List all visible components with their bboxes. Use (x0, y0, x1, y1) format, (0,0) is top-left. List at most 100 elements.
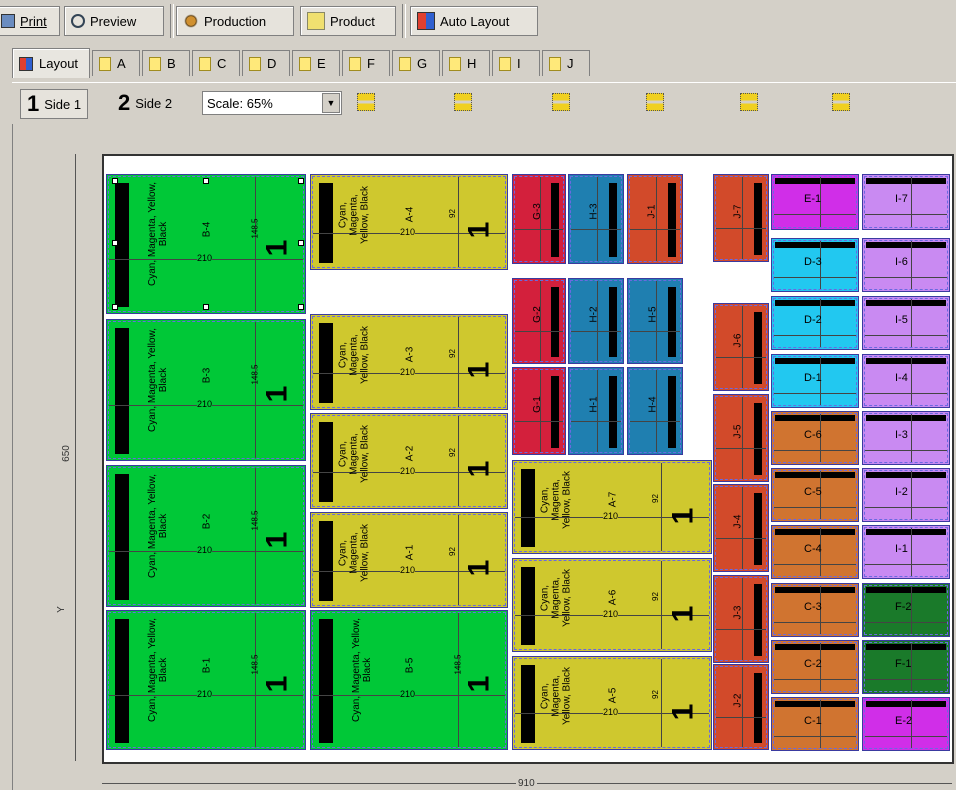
layout-piece-c3[interactable]: C-3 (771, 583, 859, 637)
layout-piece-g3[interactable]: G-3 (512, 174, 566, 264)
tab-a[interactable]: A (92, 50, 140, 76)
height-dimension-line (661, 463, 662, 551)
width-dimension-line (515, 421, 563, 422)
width-label: 210 (197, 253, 213, 263)
layout-piece-f1[interactable]: F-1 (862, 640, 950, 694)
scale-select[interactable]: Scale: 65% ▼ (202, 91, 342, 115)
layout-piece-c2[interactable]: C-2 (771, 640, 859, 694)
tab-d[interactable]: D (242, 50, 290, 76)
layout-piece-f2[interactable]: F-2 (862, 583, 950, 637)
selection-handle[interactable] (203, 178, 209, 184)
tab-h[interactable]: H (442, 50, 490, 76)
width-dimension-line (774, 679, 856, 680)
layout-piece-j3[interactable]: J-3 (713, 575, 769, 663)
height-dimension-line (911, 177, 912, 227)
layout-piece-a4[interactable]: 210 92 Cyan, Magenta, Yellow, Black A-4 1 (310, 174, 508, 270)
selection-handle[interactable] (298, 178, 304, 184)
preview-button[interactable]: Preview (64, 6, 164, 36)
piece-label: F-2 (895, 601, 912, 613)
ink-colors-label: Cyan, Magenta, Yellow, Black (539, 471, 573, 529)
layout-piece-j7[interactable]: J-7 (713, 174, 769, 262)
layout-piece-i6[interactable]: I-6 (862, 238, 950, 292)
layout-piece-e1[interactable]: E-1 (771, 174, 859, 230)
selection-handle[interactable] (298, 240, 304, 246)
layout-piece-b5[interactable]: 210 148.5 Cyan, Magenta, Yellow, Black B-5 1 (310, 610, 508, 750)
layout-piece-b4[interactable]: 210 148.5 Cyan, Magenta, Yellow, Black B-4 1 (106, 174, 306, 314)
space-horizontal-icon[interactable] (552, 93, 570, 111)
layout-piece-c1[interactable]: C-1 (771, 697, 859, 751)
layout-piece-i4[interactable]: I-4 (862, 354, 950, 408)
tab-g[interactable]: G (392, 50, 440, 76)
product-button[interactable]: Product (300, 6, 396, 36)
align-horizontal-icon[interactable] (357, 93, 375, 111)
layout-piece-b1[interactable]: 210 148.5 Cyan, Magenta, Yellow, Black B-1 1 (106, 610, 306, 750)
piece-label: A-3 (404, 346, 416, 363)
layout-piece-i3[interactable]: I-3 (862, 411, 950, 465)
align-vertical-icon[interactable] (454, 93, 472, 111)
piece-label: B-5 (404, 657, 416, 674)
layout-piece-a5[interactable]: 210 92 Cyan, Magenta, Yellow, Black A-5 1 (512, 656, 712, 750)
layout-piece-i5[interactable]: I-5 (862, 296, 950, 350)
layout-piece-i2[interactable]: I-2 (862, 468, 950, 522)
selection-handle[interactable] (203, 304, 209, 310)
tab-i[interactable]: I (492, 50, 540, 76)
selection-handle[interactable] (112, 178, 118, 184)
layout-piece-e2[interactable]: E-2 (862, 697, 950, 751)
tab-j[interactable]: J (542, 50, 590, 76)
bleed-bar (668, 183, 676, 257)
layout-piece-i7[interactable]: I-7 (862, 174, 950, 230)
layout-piece-d3[interactable]: D-3 (771, 238, 859, 292)
layout-piece-j4[interactable]: J-4 (713, 484, 769, 572)
layout-piece-j1[interactable]: J-1 (627, 174, 683, 264)
selection-handle[interactable] (298, 304, 304, 310)
tab-f[interactable]: F (342, 50, 390, 76)
auto-layout-button[interactable]: Auto Layout (410, 6, 538, 36)
tab-c[interactable]: C (192, 50, 240, 76)
tab-b[interactable]: B (142, 50, 190, 76)
layout-piece-d2[interactable]: D-2 (771, 296, 859, 350)
print-button[interactable]: Print (0, 6, 60, 36)
piece-label: J-5 (732, 424, 744, 439)
layout-piece-a1[interactable]: 210 92 Cyan, Magenta, Yellow, Black A-1 1 (310, 512, 508, 608)
ink-colors-label: Cyan, Magenta, Yellow, Black (337, 524, 371, 582)
layout-piece-a2[interactable]: 210 92 Cyan, Magenta, Yellow, Black A-2 1 (310, 413, 508, 509)
width-label: 210 (400, 227, 416, 237)
production-button[interactable]: Production (176, 6, 294, 36)
layout-piece-j6[interactable]: J-6 (713, 303, 769, 391)
distribute-horizontal-icon[interactable] (740, 93, 758, 111)
layout-piece-h2[interactable]: H-2 (568, 278, 624, 364)
layout-piece-a6[interactable]: 210 92 Cyan, Magenta, Yellow, Black A-6 1 (512, 558, 712, 652)
bleed-bar (775, 300, 855, 306)
layout-piece-b3[interactable]: 210 148.5 Cyan, Magenta, Yellow, Black B-3 1 (106, 319, 306, 461)
space-vertical-icon[interactable] (646, 93, 664, 111)
layout-piece-j5[interactable]: J-5 (713, 394, 769, 482)
layout-piece-b2[interactable]: 210 148.5 Cyan, Magenta, Yellow, Black B-2 1 (106, 465, 306, 607)
layout-piece-d1[interactable]: D-1 (771, 354, 859, 408)
tab-layout[interactable]: Layout (12, 48, 90, 78)
side-number: 1 (666, 703, 700, 721)
layout-piece-j2[interactable]: J-2 (713, 664, 769, 750)
width-label: 210 (400, 466, 416, 476)
layout-piece-i1[interactable]: I-1 (862, 525, 950, 579)
distribute-vertical-icon[interactable] (832, 93, 850, 111)
tab-e[interactable]: E (292, 50, 340, 76)
selection-handle[interactable] (112, 240, 118, 246)
layout-piece-h4[interactable]: H-4 (627, 367, 683, 455)
layout-piece-a7[interactable]: 210 92 Cyan, Magenta, Yellow, Black A-7 1 (512, 460, 712, 554)
piece-label: I-2 (895, 486, 908, 498)
selection-handle[interactable] (112, 304, 118, 310)
layout-piece-g2[interactable]: G-2 (512, 278, 566, 364)
layout-piece-c5[interactable]: C-5 (771, 468, 859, 522)
layout-piece-a3[interactable]: 210 92 Cyan, Magenta, Yellow, Black A-3 1 (310, 314, 508, 410)
layout-piece-c4[interactable]: C-4 (771, 525, 859, 579)
piece-label: H-1 (588, 396, 600, 413)
layout-piece-c6[interactable]: C-6 (771, 411, 859, 465)
layout-piece-h5[interactable]: H-5 (627, 278, 683, 364)
chevron-down-icon[interactable]: ▼ (322, 93, 340, 113)
layout-piece-g1[interactable]: G-1 (512, 367, 566, 455)
layout-piece-h1[interactable]: H-1 (568, 367, 624, 455)
bleed-bar (319, 521, 333, 601)
side-2-button[interactable]: 2 Side 2 (112, 89, 178, 117)
layout-piece-h3[interactable]: H-3 (568, 174, 624, 264)
side-1-button[interactable]: 1 Side 1 (20, 89, 89, 119)
